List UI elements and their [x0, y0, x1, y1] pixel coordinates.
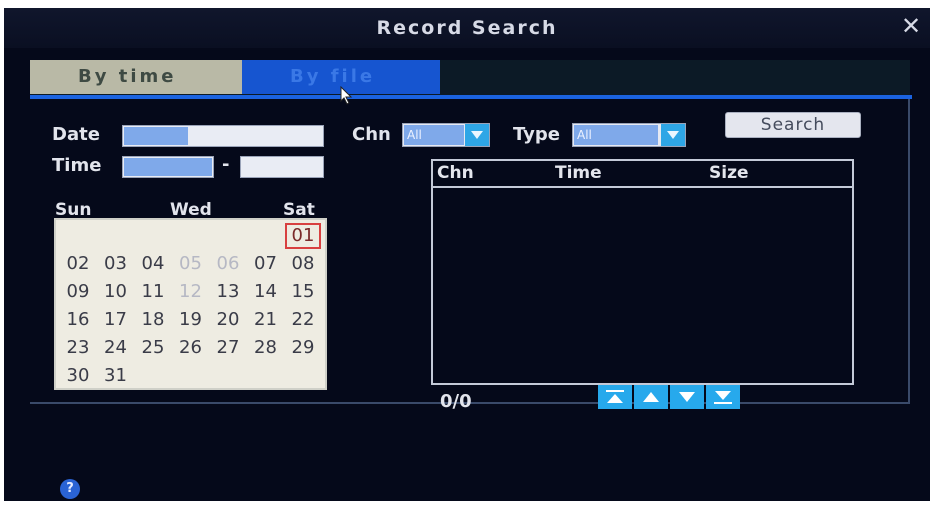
calendar-day[interactable]: 15 [285, 278, 321, 306]
calendar-week: 30 31 [56, 362, 326, 390]
first-page-icon [606, 390, 624, 403]
calendar-day[interactable]: 31 [98, 362, 134, 390]
chn-select-value: All [404, 125, 464, 145]
calendar-week: 09 10 11 12 13 14 15 [56, 278, 326, 306]
tab-strip: By time By file [30, 60, 910, 96]
calendar-day[interactable]: 08 [285, 250, 321, 278]
calendar-day[interactable]: 19 [173, 306, 209, 334]
calendar-header-sun: Sun [55, 200, 92, 220]
last-page-icon [714, 391, 732, 404]
tab-by-time[interactable]: By time [30, 60, 242, 94]
calendar-grid: 01 02 03 04 05 06 07 08 09 10 11 12 13 14 15 16 17 18 19 20… [54, 218, 327, 390]
type-label: Type [513, 124, 560, 145]
calendar-day[interactable]: 26 [173, 334, 209, 362]
next-page-icon [679, 392, 695, 402]
calendar-day[interactable]: 09 [60, 278, 96, 306]
calendar-header-wed: Wed [170, 200, 212, 220]
calendar-day[interactable]: 22 [285, 306, 321, 334]
prev-page-icon [643, 392, 659, 402]
last-page-button[interactable] [706, 385, 740, 409]
time-start-field[interactable] [122, 156, 214, 178]
calendar-week: 23 24 25 26 27 28 29 [56, 334, 326, 362]
chn-select[interactable]: All [402, 123, 490, 147]
calendar-day[interactable]: 27 [210, 334, 246, 362]
calendar-day[interactable]: 06 [210, 250, 246, 278]
calendar-day[interactable]: 07 [248, 250, 284, 278]
calendar-day[interactable]: 30 [60, 362, 96, 390]
calendar-day[interactable]: 21 [248, 306, 284, 334]
close-icon[interactable]: ✕ [898, 12, 924, 40]
calendar-day[interactable]: 10 [98, 278, 134, 306]
file-list: Chn Time Size [431, 159, 854, 385]
calendar-week: 02 03 04 05 06 07 08 [56, 250, 326, 278]
date-field-selection [124, 127, 188, 145]
calendar-day[interactable]: 17 [98, 306, 134, 334]
calendar-day[interactable]: 03 [98, 250, 134, 278]
window-title: Record Search [376, 17, 558, 39]
calendar-day[interactable]: 04 [135, 250, 171, 278]
prev-page-button[interactable] [634, 385, 668, 409]
calendar-day[interactable]: 14 [248, 278, 284, 306]
calendar-header-sat: Sat [283, 200, 315, 220]
file-list-header: Chn Time Size [433, 161, 852, 188]
calendar-day[interactable]: 02 [60, 250, 96, 278]
calendar-day[interactable]: 25 [135, 334, 171, 362]
time-end-field[interactable] [240, 156, 324, 178]
calendar-day[interactable]: 11 [135, 278, 171, 306]
type-select[interactable]: All [572, 123, 686, 147]
calendar-day[interactable]: 24 [98, 334, 134, 362]
column-header-size: Size [709, 163, 749, 183]
chn-label: Chn [352, 124, 391, 145]
calendar-day[interactable]: 12 [173, 278, 209, 306]
title-bar: Record Search ✕ [4, 8, 930, 48]
dropdown-arrow-icon[interactable] [661, 124, 685, 146]
next-page-button[interactable] [670, 385, 704, 409]
page-count: 0/0 [440, 391, 472, 412]
calendar-day[interactable]: 05 [173, 250, 209, 278]
calendar-day[interactable]: 01 [285, 223, 321, 249]
time-start-selection [124, 158, 212, 176]
time-label: Time [52, 155, 102, 176]
column-header-time: Time [555, 163, 602, 183]
date-label: Date [52, 124, 100, 145]
dropdown-arrow-icon[interactable] [465, 124, 489, 146]
search-button[interactable]: Search [725, 112, 861, 138]
column-header-chn: Chn [437, 163, 474, 183]
calendar-day[interactable]: 18 [135, 306, 171, 334]
time-separator: - [222, 154, 230, 175]
type-select-value: All [574, 125, 658, 145]
calendar-day[interactable]: 20 [210, 306, 246, 334]
help-icon[interactable]: ? [60, 479, 80, 499]
first-page-button[interactable] [598, 385, 632, 409]
calendar-week: 01 [56, 222, 326, 250]
calendar-day[interactable]: 13 [210, 278, 246, 306]
calendar-day[interactable]: 23 [60, 334, 96, 362]
calendar-day[interactable]: 29 [285, 334, 321, 362]
calendar-week: 16 17 18 19 20 21 22 [56, 306, 326, 334]
calendar-day[interactable]: 16 [60, 306, 96, 334]
calendar-day[interactable]: 28 [248, 334, 284, 362]
date-field[interactable] [122, 125, 324, 147]
